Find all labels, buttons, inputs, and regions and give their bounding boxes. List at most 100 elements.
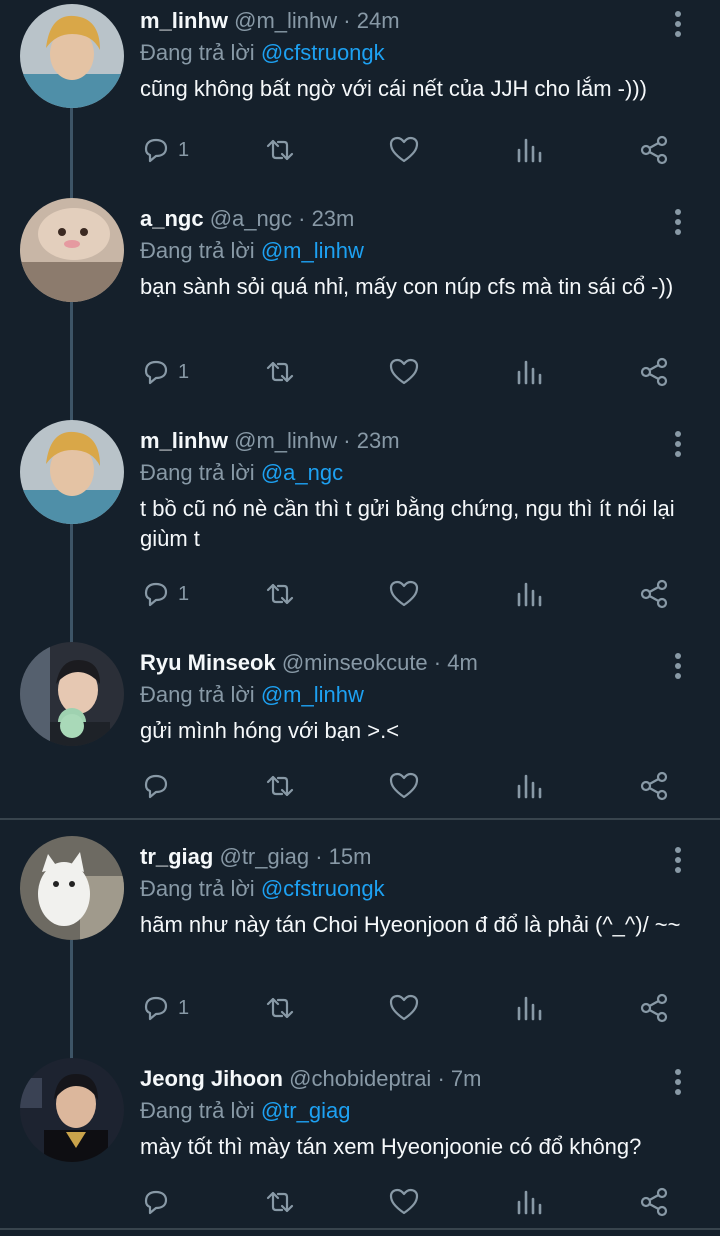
timestamp[interactable]: · 15m bbox=[315, 844, 371, 869]
retweet-icon bbox=[266, 583, 294, 605]
reply-button[interactable]: 1 bbox=[140, 132, 189, 168]
tweet-header: m_linhw @m_linhw · 23m bbox=[140, 426, 400, 456]
reply-mention[interactable]: @a_ngc bbox=[261, 460, 343, 485]
username[interactable]: @a_ngc bbox=[210, 206, 292, 231]
retweet-button[interactable] bbox=[264, 354, 296, 390]
stats-button[interactable] bbox=[514, 768, 546, 804]
retweet-button[interactable] bbox=[264, 768, 296, 804]
display-name[interactable]: m_linhw bbox=[140, 428, 228, 453]
more-vertical-icon bbox=[675, 653, 681, 679]
share-button[interactable] bbox=[638, 990, 670, 1026]
share-button[interactable] bbox=[638, 576, 670, 612]
timestamp[interactable]: · 7m bbox=[437, 1066, 481, 1091]
share-button[interactable] bbox=[638, 132, 670, 168]
action-bar: 1 bbox=[140, 990, 700, 1026]
tweet-header: Ryu Minseok @minseokcute · 4m bbox=[140, 648, 478, 678]
display-name[interactable]: a_ngc bbox=[140, 206, 204, 231]
reply-context: Đang trả lời @cfstruongk bbox=[140, 38, 385, 68]
display-name[interactable]: Ryu Minseok bbox=[140, 650, 276, 675]
action-bar: 1 bbox=[140, 132, 700, 168]
like-button[interactable] bbox=[388, 990, 420, 1026]
tweet-text: bạn sành sỏi quá nhỉ, mấy con núp cfs mà… bbox=[140, 274, 674, 299]
reply-button[interactable]: 1 bbox=[140, 576, 189, 612]
avatar[interactable] bbox=[20, 4, 124, 108]
reply-prefix: Đang trả lời bbox=[140, 876, 255, 901]
username[interactable]: @minseokcute bbox=[282, 650, 428, 675]
reply-button[interactable]: 1 bbox=[140, 354, 189, 390]
stats-button[interactable] bbox=[514, 576, 546, 612]
share-icon bbox=[640, 357, 668, 387]
share-button[interactable] bbox=[638, 354, 670, 390]
stats-button[interactable] bbox=[514, 1184, 546, 1220]
heart-icon bbox=[389, 1188, 419, 1215]
more-vertical-icon bbox=[675, 11, 681, 37]
tweet[interactable]: tr_giag @tr_giag · 15m Đang trả lời @cfs… bbox=[0, 836, 720, 1058]
more-button[interactable] bbox=[666, 1068, 690, 1096]
reply-button[interactable] bbox=[140, 768, 178, 804]
like-button[interactable] bbox=[388, 354, 420, 390]
display-name[interactable]: m_linhw bbox=[140, 8, 228, 33]
stats-icon bbox=[517, 1190, 542, 1215]
reply-icon bbox=[144, 774, 168, 799]
avatar[interactable] bbox=[20, 198, 124, 302]
like-button[interactable] bbox=[388, 1184, 420, 1220]
display-name[interactable]: Jeong Jihoon bbox=[140, 1066, 283, 1091]
retweet-button[interactable] bbox=[264, 1184, 296, 1220]
share-button[interactable] bbox=[638, 1184, 670, 1220]
avatar-image bbox=[20, 642, 124, 746]
reply-context: Đang trả lời @m_linhw bbox=[140, 236, 364, 266]
reply-mention[interactable]: @m_linhw bbox=[261, 682, 364, 707]
reply-mention[interactable]: @m_linhw bbox=[261, 238, 364, 263]
reply-context: Đang trả lời @m_linhw bbox=[140, 680, 364, 710]
tweet[interactable]: Jeong Jihoon @chobideptrai · 7m Đang trả… bbox=[0, 1058, 720, 1228]
avatar[interactable] bbox=[20, 1058, 124, 1162]
tweet[interactable]: a_ngc @a_ngc · 23m Đang trả lời @m_linhw… bbox=[0, 198, 720, 420]
avatar[interactable] bbox=[20, 836, 124, 940]
timestamp[interactable]: · 4m bbox=[434, 650, 478, 675]
tweet[interactable]: m_linhw @m_linhw · 23m Đang trả lời @a_n… bbox=[0, 420, 720, 642]
more-button[interactable] bbox=[666, 208, 690, 236]
tweet[interactable]: Ryu Minseok @minseokcute · 4m Đang trả l… bbox=[0, 642, 720, 818]
avatar[interactable] bbox=[20, 420, 124, 524]
stats-button[interactable] bbox=[514, 990, 546, 1026]
like-button[interactable] bbox=[388, 768, 420, 804]
like-button[interactable] bbox=[388, 132, 420, 168]
like-button[interactable] bbox=[388, 576, 420, 612]
timestamp[interactable]: · 24m bbox=[343, 8, 399, 33]
avatar-image bbox=[20, 836, 124, 940]
retweet-button[interactable] bbox=[264, 576, 296, 612]
reply-button[interactable]: 1 bbox=[140, 990, 189, 1026]
retweet-button[interactable] bbox=[264, 132, 296, 168]
timestamp[interactable]: · 23m bbox=[343, 428, 399, 453]
stats-button[interactable] bbox=[514, 132, 546, 168]
retweet-icon bbox=[266, 139, 294, 161]
tweet-text: mày tốt thì mày tán xem Hyeonjoonie có đ… bbox=[140, 1134, 642, 1159]
username[interactable]: @tr_giag bbox=[219, 844, 309, 869]
stats-button[interactable] bbox=[514, 354, 546, 390]
reply-mention[interactable]: @cfstruongk bbox=[261, 40, 385, 65]
heart-icon bbox=[389, 136, 419, 163]
more-button[interactable] bbox=[666, 10, 690, 38]
share-icon bbox=[640, 771, 668, 801]
tweet[interactable]: m_linhw @m_linhw · 24m Đang trả lời @cfs… bbox=[0, 0, 720, 200]
timestamp[interactable]: · 23m bbox=[298, 206, 354, 231]
more-button[interactable] bbox=[666, 846, 690, 874]
tweet-header: m_linhw @m_linhw · 24m bbox=[140, 6, 400, 36]
username[interactable]: @chobideptrai bbox=[289, 1066, 431, 1091]
reply-mention[interactable]: @cfstruongk bbox=[261, 876, 385, 901]
stats-icon bbox=[517, 138, 542, 163]
username[interactable]: @m_linhw bbox=[234, 428, 337, 453]
share-button[interactable] bbox=[638, 768, 670, 804]
display-name[interactable]: tr_giag bbox=[140, 844, 213, 869]
avatar[interactable] bbox=[20, 642, 124, 746]
more-button[interactable] bbox=[666, 652, 690, 680]
reply-count: 1 bbox=[178, 996, 190, 1019]
retweet-button[interactable] bbox=[264, 990, 296, 1026]
reply-mention[interactable]: @tr_giag bbox=[261, 1098, 351, 1123]
reply-context: Đang trả lời @cfstruongk bbox=[140, 874, 385, 904]
more-button[interactable] bbox=[666, 430, 690, 458]
reply-button[interactable] bbox=[140, 1184, 178, 1220]
avatar-image bbox=[20, 1058, 124, 1162]
avatar-image bbox=[20, 420, 124, 524]
username[interactable]: @m_linhw bbox=[234, 8, 337, 33]
